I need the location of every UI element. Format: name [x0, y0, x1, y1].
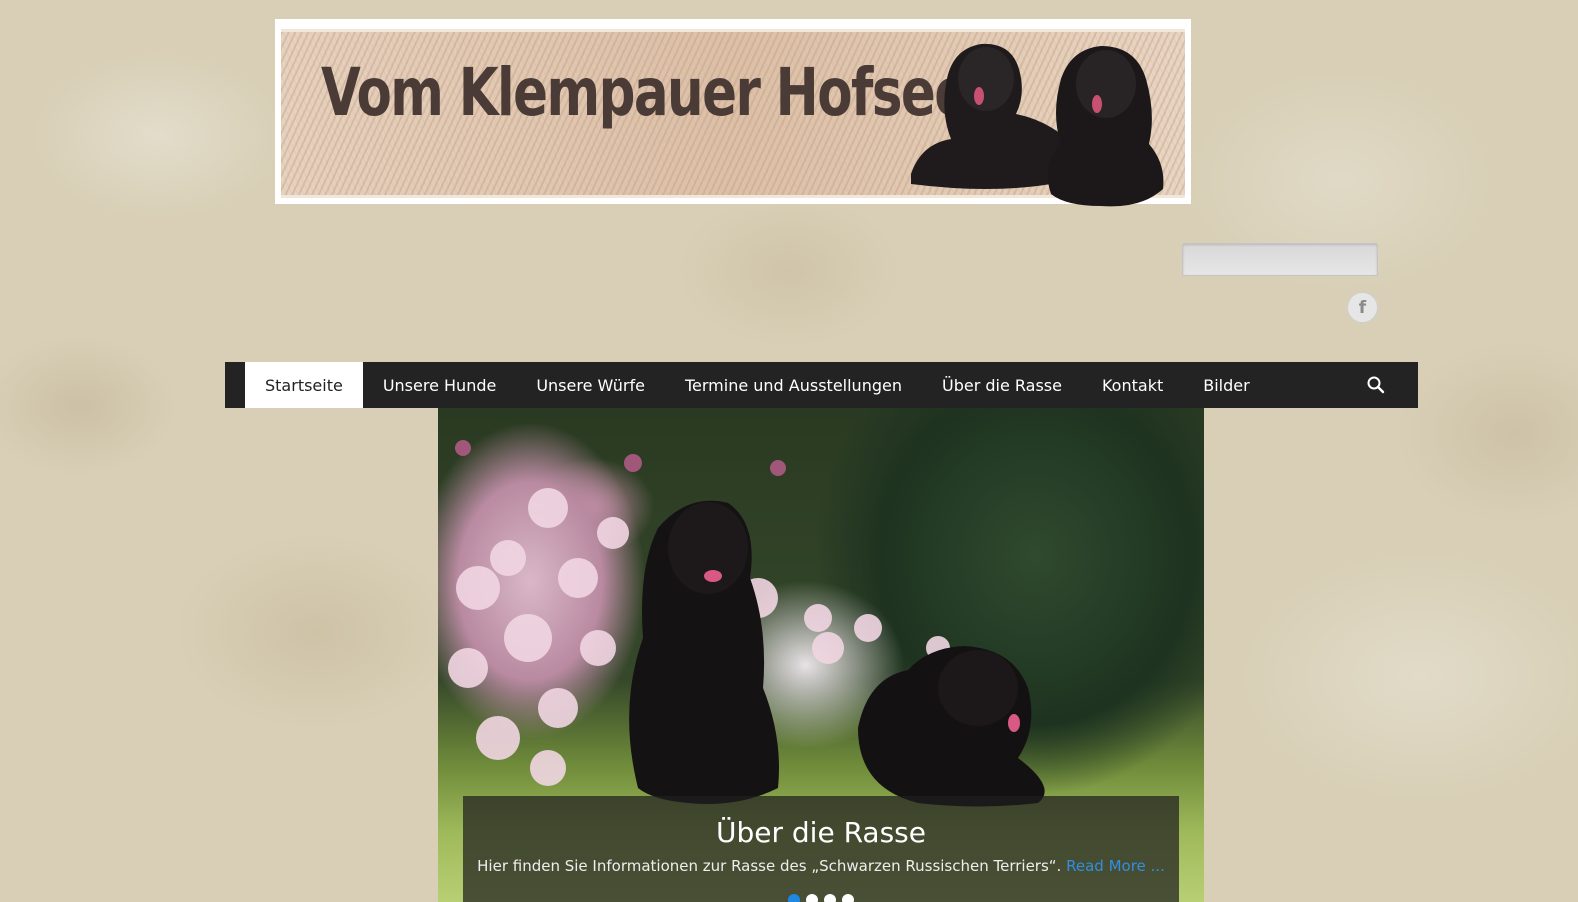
search-input[interactable] — [1182, 243, 1378, 276]
site-title: Vom Klempauer Hofsee — [321, 54, 969, 131]
main-navigation: Startseite Unsere Hunde Unsere Würfe Ter… — [225, 362, 1418, 408]
nav-item-bilder[interactable]: Bilder — [1183, 362, 1269, 408]
nav-item-startseite[interactable]: Startseite — [245, 362, 363, 408]
slide-title: Über die Rasse — [716, 816, 926, 849]
nav-item-unsere-wuerfe[interactable]: Unsere Würfe — [516, 362, 665, 408]
slider-dot-1[interactable] — [788, 894, 800, 902]
hero-slider[interactable]: Über die Rasse Hier finden Sie Informati… — [438, 408, 1204, 902]
slider-dot-4[interactable] — [842, 894, 854, 902]
slider-pagination — [463, 894, 1179, 902]
slide-description: Hier finden Sie Informationen zur Rasse … — [463, 857, 1179, 875]
banner-background: Vom Klempauer Hofsee — [281, 29, 1185, 207]
search-icon[interactable] — [1366, 375, 1386, 395]
slide-caption: Über die Rasse Hier finden Sie Informati… — [463, 796, 1179, 902]
facebook-icon: f — [1358, 297, 1367, 318]
nav-item-unsere-hunde[interactable]: Unsere Hunde — [363, 362, 517, 408]
nav-item-termine[interactable]: Termine und Ausstellungen — [665, 362, 922, 408]
slider-dot-3[interactable] — [824, 894, 836, 902]
dogs-logo-image — [911, 43, 1164, 207]
nav-item-ueber-die-rasse[interactable]: Über die Rasse — [922, 362, 1082, 408]
nav-item-kontakt[interactable]: Kontakt — [1082, 362, 1183, 408]
read-more-link[interactable]: Read More ... — [1066, 857, 1165, 875]
site-logo-banner[interactable]: Vom Klempauer Hofsee — [275, 19, 1191, 207]
slider-dot-2[interactable] — [806, 894, 818, 902]
slide-text: Hier finden Sie Informationen zur Rasse … — [477, 857, 1062, 875]
facebook-button[interactable]: f — [1347, 292, 1378, 323]
